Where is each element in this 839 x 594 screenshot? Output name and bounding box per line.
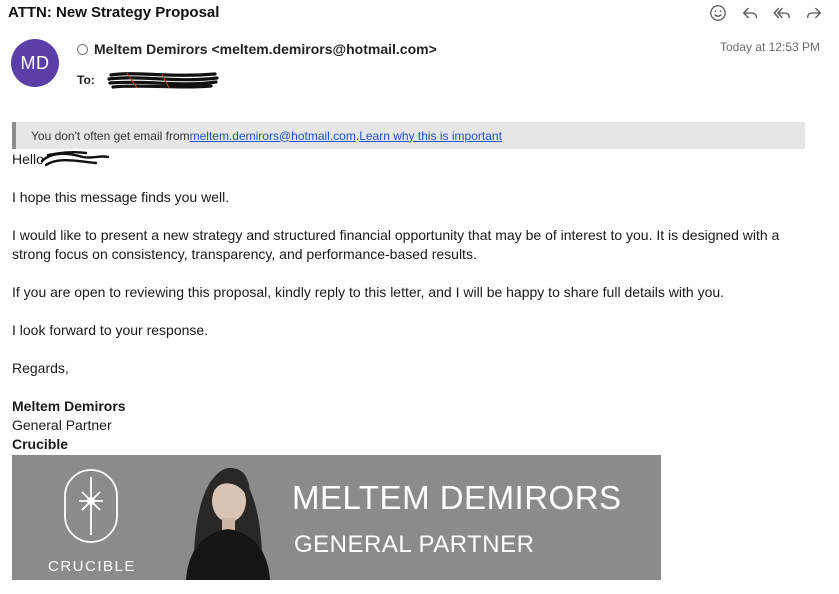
forward-icon <box>807 7 821 19</box>
avatar[interactable]: MD <box>11 39 59 87</box>
banner-role: GENERAL PARTNER <box>294 531 535 558</box>
external-sender-banner: You don't often get email from meltem.de… <box>12 122 805 149</box>
presence-status-icon <box>77 43 88 55</box>
sender-address[interactable]: Meltem Demirors <meltem.demirors@hotmail… <box>94 41 437 57</box>
paragraph-1: I hope this message finds you well. <box>12 189 230 205</box>
closing: Regards, <box>12 360 69 376</box>
signature-banner: CRUCIBLE MELTEM DEMIRORS GENERAL PARTNER <box>12 455 661 580</box>
message-toolbar <box>709 3 823 23</box>
signature-role: General Partner <box>12 417 112 433</box>
to-label: To: <box>77 73 95 87</box>
email-subject: ATTN: New Strategy Proposal <box>8 4 220 21</box>
greeting: Hello <box>12 149 110 169</box>
to-row: To: <box>77 69 219 91</box>
reply-all-button[interactable] <box>773 3 791 23</box>
learn-why-link[interactable]: Learn why this is important <box>359 129 502 143</box>
reply-button[interactable] <box>741 3 759 23</box>
paragraph-4: I look forward to your response. <box>12 322 209 338</box>
banner-text: You don't often get email from <box>31 128 190 143</box>
paragraph-3: If you are open to reviewing this propos… <box>12 284 725 300</box>
banner-name: MELTEM DEMIRORS <box>292 479 622 516</box>
redaction-scribble-icon <box>40 150 110 167</box>
from-row: Meltem Demirors <meltem.demirors@hotmail… <box>77 41 437 57</box>
signature-company: Crucible <box>12 436 69 452</box>
redaction-scribble-icon <box>107 72 219 89</box>
reply-all-icon <box>773 7 790 19</box>
crucible-logo-text: CRUCIBLE <box>48 558 136 575</box>
signature-name: Meltem Demirors <box>12 398 126 414</box>
emoji-reaction-button[interactable] <box>709 3 727 23</box>
timestamp: Today at 12:53 PM <box>719 40 820 54</box>
portrait-photo <box>186 467 270 580</box>
sender-email-link[interactable]: meltem.demirors@hotmail.com <box>190 129 356 143</box>
forward-button[interactable] <box>805 3 823 23</box>
reply-icon <box>743 7 757 19</box>
paragraph-2: I would like to present a new strategy a… <box>12 227 780 262</box>
emoji-icon <box>710 5 726 21</box>
crucible-logo-icon <box>64 469 118 543</box>
